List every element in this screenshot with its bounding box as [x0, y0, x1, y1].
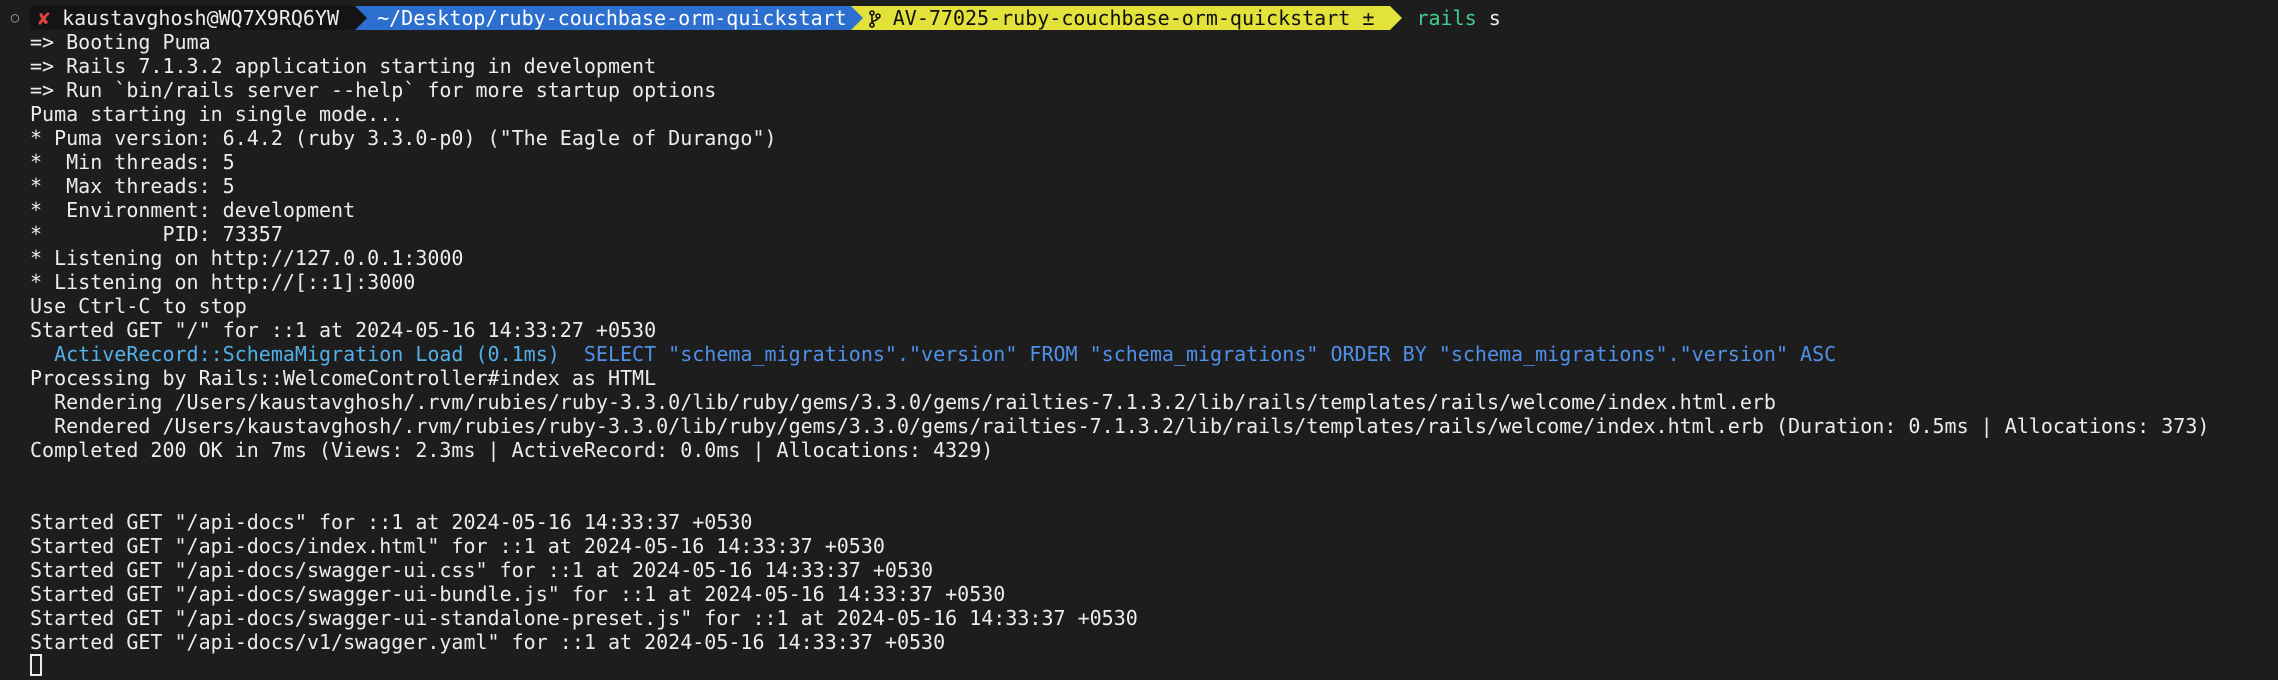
output-line: Processing by Rails::WelcomeController#i…: [30, 366, 657, 390]
terminal-window[interactable]: ○ ✘ kaustavghosh@WQ7X9RQ6YW ~/Desktop/ru…: [0, 0, 2278, 680]
output-line: * Listening on http://127.0.0.1:3000: [30, 246, 464, 270]
output-line: Completed 200 OK in 7ms (Views: 2.3ms | …: [30, 438, 994, 462]
output-line: * Puma version: 6.4.2 (ruby 3.3.0-p0) ("…: [30, 126, 777, 150]
output-line: Rendered /Users/kaustavghosh/.rvm/rubies…: [30, 414, 2210, 438]
output-line: * Environment: development: [30, 198, 356, 222]
prompt-git-segment: AV-77025-ruby-couchbase-orm-quickstart ±: [862, 6, 1391, 30]
output-line: * Listening on http://[::1]:3000: [30, 270, 416, 294]
command-argument: s: [1488, 6, 1501, 30]
output-line: Started GET "/api-docs/swagger-ui-bundle…: [30, 582, 1006, 606]
prompt-context-segment: ✘ kaustavghosh@WQ7X9RQ6YW: [30, 6, 356, 30]
output-line: Use Ctrl-C to stop: [30, 294, 247, 318]
output-line: Started GET "/" for ::1 at 2024-05-16 14…: [30, 318, 657, 342]
powerline-separator-icon: [1390, 6, 1403, 30]
output-line: => Rails 7.1.3.2 application starting in…: [30, 54, 657, 78]
prompt-user-host: kaustavghosh@WQ7X9RQ6YW: [62, 6, 340, 30]
status-circle-icon: ○: [10, 10, 20, 26]
output-line: Started GET "/api-docs/swagger-ui-standa…: [30, 606, 1138, 630]
output-line: Puma starting in single mode...: [30, 102, 404, 126]
output-line: Rendering /Users/kaustavghosh/.rvm/rubie…: [30, 390, 1776, 414]
git-branch-icon: [868, 10, 881, 28]
output-line: => Booting Puma: [30, 30, 211, 54]
powerline-separator-icon: [355, 6, 368, 30]
output-line: * PID: 73357: [30, 222, 283, 246]
prompt-git-branch: AV-77025-ruby-couchbase-orm-quickstart ±: [892, 6, 1375, 30]
sql-log-line: ActiveRecord::SchemaMigration Load (0.1m…: [30, 342, 1836, 366]
output-line: Started GET "/api-docs/swagger-ui.css" f…: [30, 558, 934, 582]
terminal-cursor[interactable]: [30, 654, 42, 676]
output-line: * Max threads: 5: [30, 174, 235, 198]
output-line: Started GET "/api-docs" for ::1 at 2024-…: [30, 510, 753, 534]
prompt-directory-segment: ~/Desktop/ruby-couchbase-orm-quickstart: [367, 6, 851, 30]
error-x-icon: ✘: [38, 6, 51, 30]
output-line: => Run `bin/rails server --help` for mor…: [30, 78, 717, 102]
sql-log-name: ActiveRecord::SchemaMigration Load (0.1m…: [30, 342, 560, 366]
sql-log-query: SELECT "schema_migrations"."version" FRO…: [559, 342, 1837, 366]
output-line: * Min threads: 5: [30, 150, 235, 174]
output-line: Started GET "/api-docs/index.html" for :…: [30, 534, 885, 558]
entered-command: rails s: [1402, 6, 1500, 30]
shell-prompt: ○ ✘ kaustavghosh@WQ7X9RQ6YW ~/Desktop/ru…: [0, 6, 1501, 30]
command-name: rails: [1416, 6, 1477, 30]
powerline-separator-icon: [850, 6, 863, 30]
output-line: Started GET "/api-docs/v1/swagger.yaml" …: [30, 630, 946, 654]
